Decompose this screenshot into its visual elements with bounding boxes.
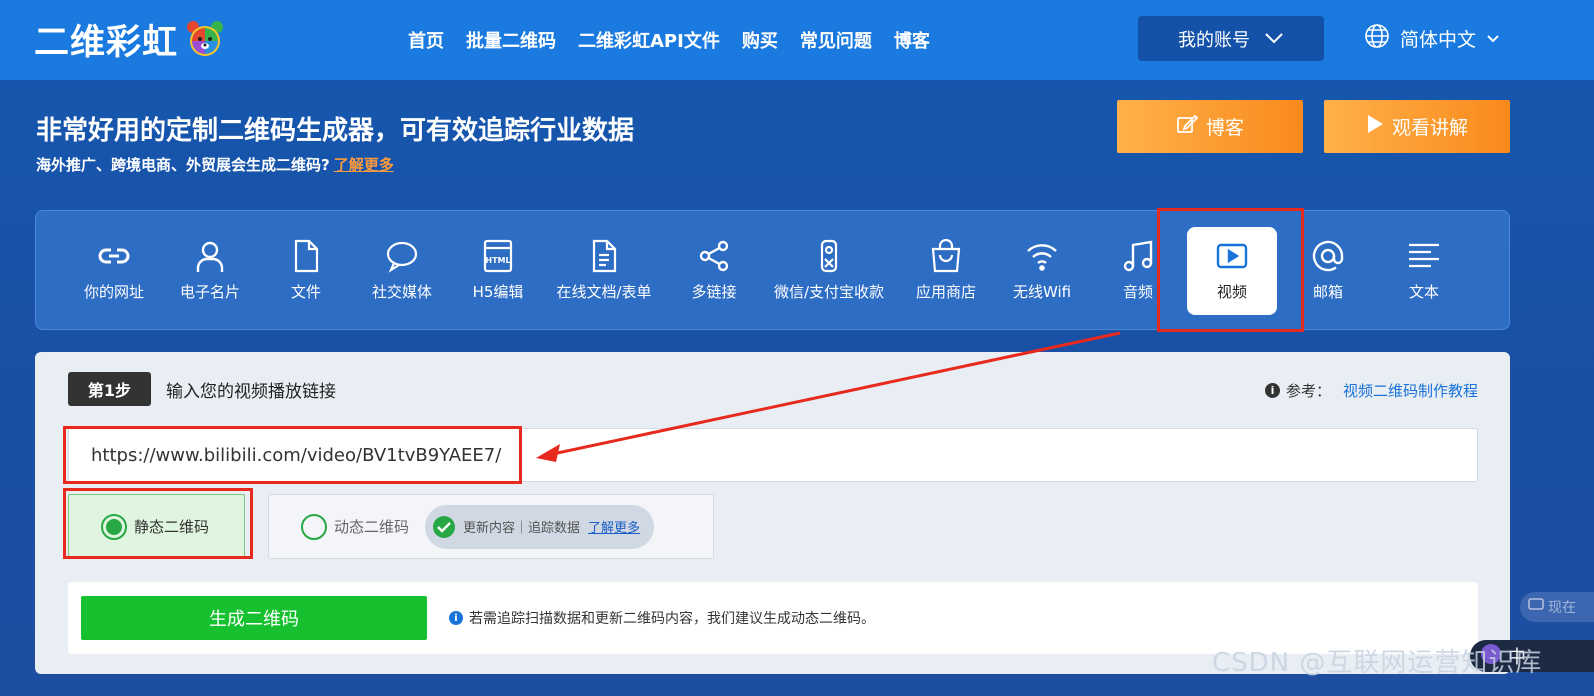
html-icon: HTML (483, 239, 513, 273)
type-label: 电子名片 (179, 283, 240, 301)
floating-widget-label: 现在 (1548, 600, 1576, 616)
type-h5[interactable]: HTML H5编辑 (450, 227, 546, 315)
share-icon (699, 240, 729, 272)
watch-button-label: 观看讲解 (1391, 117, 1468, 139)
type-label: 文本 (1408, 283, 1439, 301)
shopping-bag-icon (931, 239, 961, 273)
nav-item-home[interactable]: 首页 (408, 27, 444, 53)
floating-widget[interactable]: 现在 (1520, 592, 1594, 622)
account-label: 我的账号 (1178, 29, 1250, 51)
type-label: 应用商店 (915, 283, 976, 301)
chat-icon (1528, 598, 1544, 616)
document-icon (592, 239, 617, 273)
check-icon (433, 515, 456, 538)
payment-icon (820, 239, 838, 273)
type-payment[interactable]: 微信/支付宝收款 (764, 227, 894, 315)
annotation-highlight-static (63, 488, 253, 559)
link-icon (98, 248, 130, 264)
info-icon: i (1264, 383, 1280, 398)
at-sign-icon (1312, 240, 1344, 272)
play-icon (1366, 114, 1384, 139)
blog-button[interactable]: 博客 (1117, 100, 1303, 153)
dynamic-qr-label: 动态二维码 (334, 518, 410, 536)
reference-label: 参考： (1285, 382, 1331, 400)
logo-text: 二维彩虹 (34, 22, 179, 63)
person-icon (196, 241, 224, 272)
watermark: CSDN @互联网运营知识库 (1212, 648, 1543, 678)
video-tutorial-link[interactable]: 视频二维码制作教程 (1343, 380, 1478, 401)
globe-icon (1364, 23, 1390, 54)
blog-button-label: 博客 (1205, 117, 1244, 139)
type-label: 你的网址 (83, 283, 144, 301)
step-badge: 第1步 (68, 372, 151, 406)
type-label: 邮箱 (1312, 283, 1343, 301)
type-file[interactable]: 文件 (258, 227, 354, 315)
learn-more-link[interactable]: 了解更多 (334, 156, 394, 174)
watch-tutorial-button[interactable]: 观看讲解 (1324, 100, 1510, 153)
chevron-down-icon (1486, 27, 1500, 49)
pill-text: 更新内容｜追踪数据 (463, 521, 581, 536)
type-label: H5编辑 (472, 283, 524, 301)
language-label: 简体中文 (1400, 28, 1477, 51)
type-label: 无线Wifi (1012, 283, 1072, 301)
type-online-doc[interactable]: 在线文档/表单 (546, 227, 662, 315)
bear-mascot-icon (186, 20, 224, 58)
type-label: 在线文档/表单 (556, 283, 652, 301)
music-note-icon (1123, 240, 1153, 272)
annotation-highlight-video (1157, 208, 1304, 332)
nav-item-purchase[interactable]: 购买 (742, 27, 778, 53)
svg-text:HTML: HTML (485, 256, 510, 265)
type-multi-link[interactable]: 多链接 (666, 227, 762, 315)
type-vcard[interactable]: 电子名片 (162, 227, 258, 315)
hero-subtitle-text: 海外推广、跨境电商、外贸展会生成二维码? (36, 156, 330, 174)
nav-item-faq[interactable]: 常见问题 (800, 27, 872, 53)
reference: i 参考： 视频二维码制作教程 (1264, 380, 1478, 401)
dynamic-features-pill: 更新内容｜追踪数据 了解更多 (425, 504, 655, 549)
annotation-highlight-url (63, 426, 522, 484)
chevron-down-icon (1264, 28, 1284, 49)
dynamic-learn-more-link[interactable]: 了解更多 (588, 517, 640, 536)
generate-tip-text: 若需追踪扫描数据和更新二维码内容，我们建议生成动态二维码。 (469, 611, 875, 627)
generate-qr-button[interactable]: 生成二维码 (81, 596, 427, 640)
type-label: 文件 (290, 283, 321, 301)
nav-item-batch-qr[interactable]: 批量二维码 (466, 27, 556, 53)
page-title: 非常好用的定制二维码生成器，可有效追踪行业数据 (36, 116, 635, 146)
type-text[interactable]: 文本 (1376, 227, 1472, 315)
step-panel: 第1步 输入您的视频播放链接 i 参考： 视频二维码制作教程 静态二维码 动态二… (35, 352, 1510, 674)
text-lines-icon (1409, 243, 1439, 268)
logo[interactable]: 二维彩虹 (34, 14, 224, 64)
edit-icon (1176, 114, 1199, 139)
language-selector[interactable]: 简体中文 (1364, 22, 1500, 54)
file-icon (294, 239, 319, 273)
radio-unselected-icon (301, 513, 327, 540)
hero-subtitle: 海外推广、跨境电商、外贸展会生成二维码? 了解更多 (36, 154, 394, 175)
nav-item-api-docs[interactable]: 二维彩虹API文件 (578, 27, 720, 53)
my-account-button[interactable]: 我的账号 (1138, 16, 1324, 61)
generate-tip: i 若需追踪扫描数据和更新二维码内容，我们建议生成动态二维码。 (449, 608, 875, 628)
type-label: 音频 (1122, 283, 1153, 301)
type-wifi[interactable]: 无线Wifi (994, 227, 1090, 315)
step-instruction: 输入您的视频播放链接 (166, 382, 336, 402)
top-navigation-bar: 二维彩虹 首页 批量二维码 二维彩虹API文件 购买 常见问题 博客 我的账号 … (0, 0, 1594, 80)
type-label: 多链接 (691, 283, 737, 301)
wifi-icon (1027, 244, 1057, 271)
nav-item-blog[interactable]: 博客 (894, 27, 930, 53)
type-label: 社交媒体 (371, 283, 432, 301)
dynamic-qr-option[interactable]: 动态二维码 更新内容｜追踪数据 了解更多 (268, 494, 714, 559)
type-url[interactable]: 你的网址 (66, 227, 162, 315)
chat-bubble-icon (386, 241, 418, 273)
info-icon: i (449, 611, 463, 625)
type-label: 微信/支付宝收款 (773, 283, 885, 301)
main-nav: 首页 批量二维码 二维彩虹API文件 购买 常见问题 博客 (408, 26, 930, 54)
type-app-store[interactable]: 应用商店 (898, 227, 994, 315)
type-social[interactable]: 社交媒体 (354, 227, 450, 315)
